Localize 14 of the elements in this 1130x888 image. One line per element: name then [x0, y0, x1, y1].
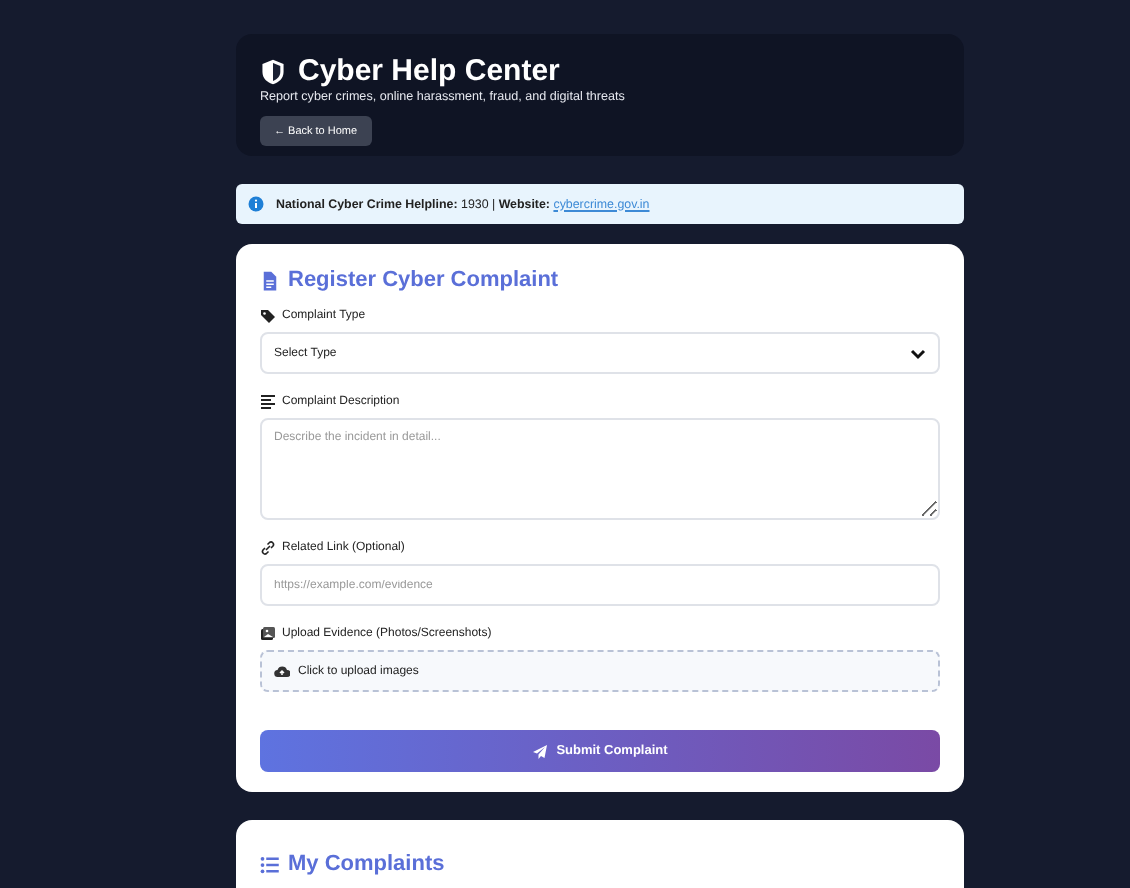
images-icon	[260, 626, 276, 642]
complaints-title: My Complaints	[288, 852, 445, 876]
list-icon	[260, 853, 280, 875]
info-icon	[248, 196, 264, 212]
form-title: Register Cyber Complaint	[288, 268, 559, 292]
tag-icon	[260, 308, 276, 324]
paper-plane-icon	[532, 743, 549, 759]
cloud-upload-icon	[274, 663, 290, 679]
shield-icon	[260, 57, 286, 85]
link-icon	[260, 540, 276, 556]
chevron-down-icon	[910, 345, 926, 361]
align-left-icon	[260, 394, 276, 410]
document-icon	[260, 269, 280, 291]
page-title: Cyber Help Center	[298, 54, 560, 88]
